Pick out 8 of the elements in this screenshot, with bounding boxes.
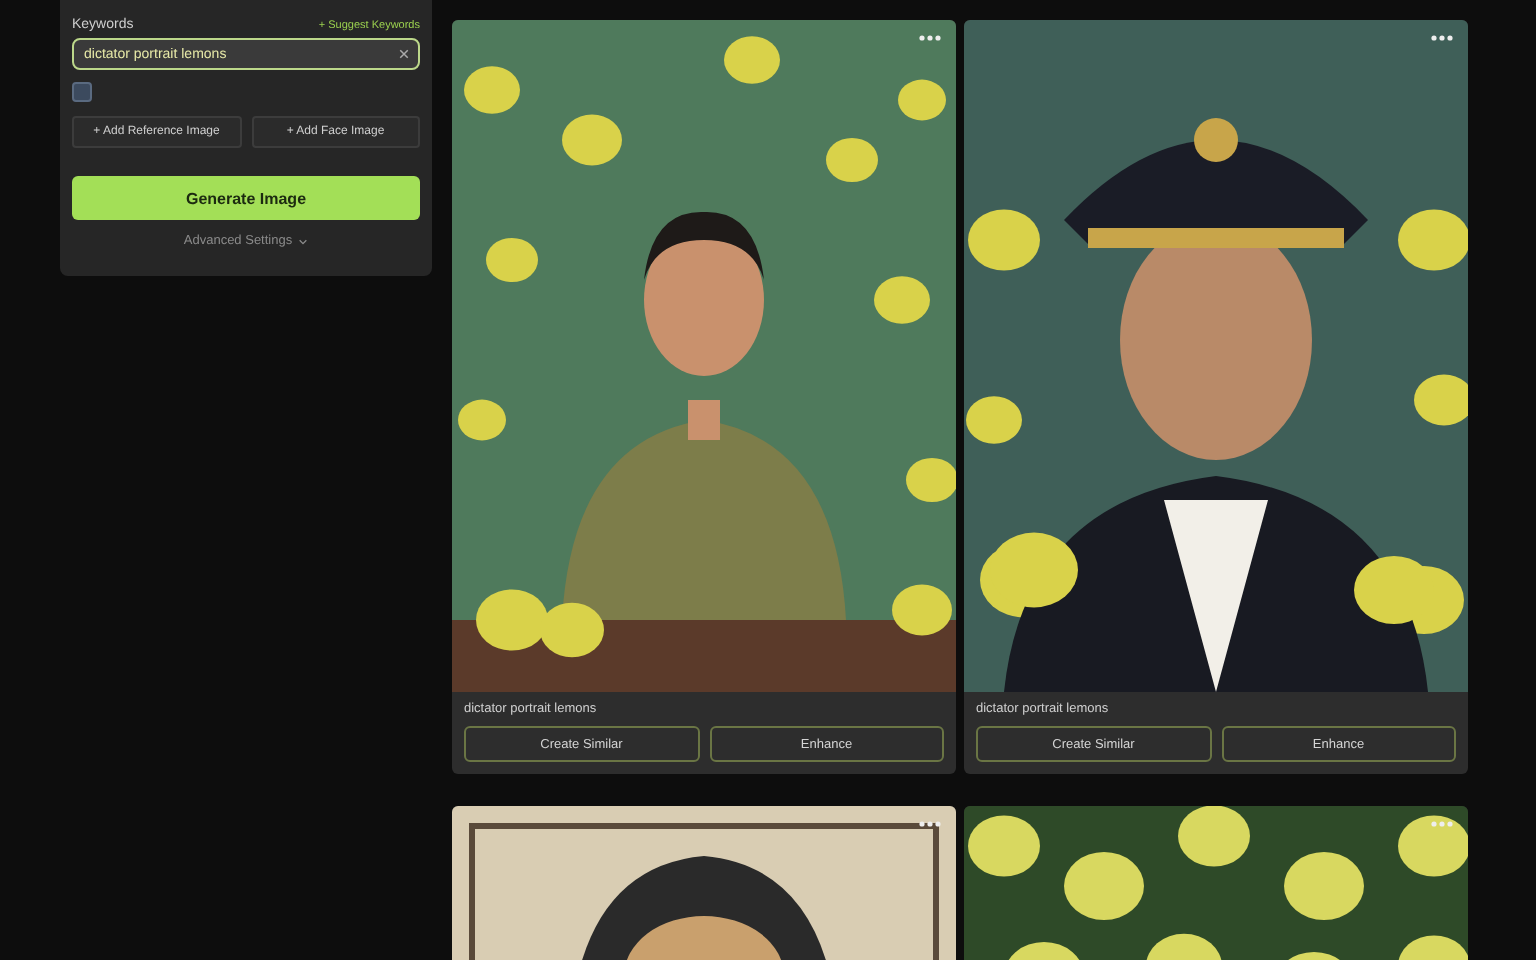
- caret-icon: [298, 237, 309, 245]
- generate-button[interactable]: Generate Image: [72, 176, 420, 220]
- checkbox[interactable]: [72, 82, 92, 102]
- more-icon[interactable]: [916, 818, 944, 830]
- more-icon[interactable]: [1428, 32, 1456, 44]
- more-icon[interactable]: [916, 32, 944, 44]
- clear-icon[interactable]: [398, 48, 410, 60]
- more-icon[interactable]: [1428, 818, 1456, 830]
